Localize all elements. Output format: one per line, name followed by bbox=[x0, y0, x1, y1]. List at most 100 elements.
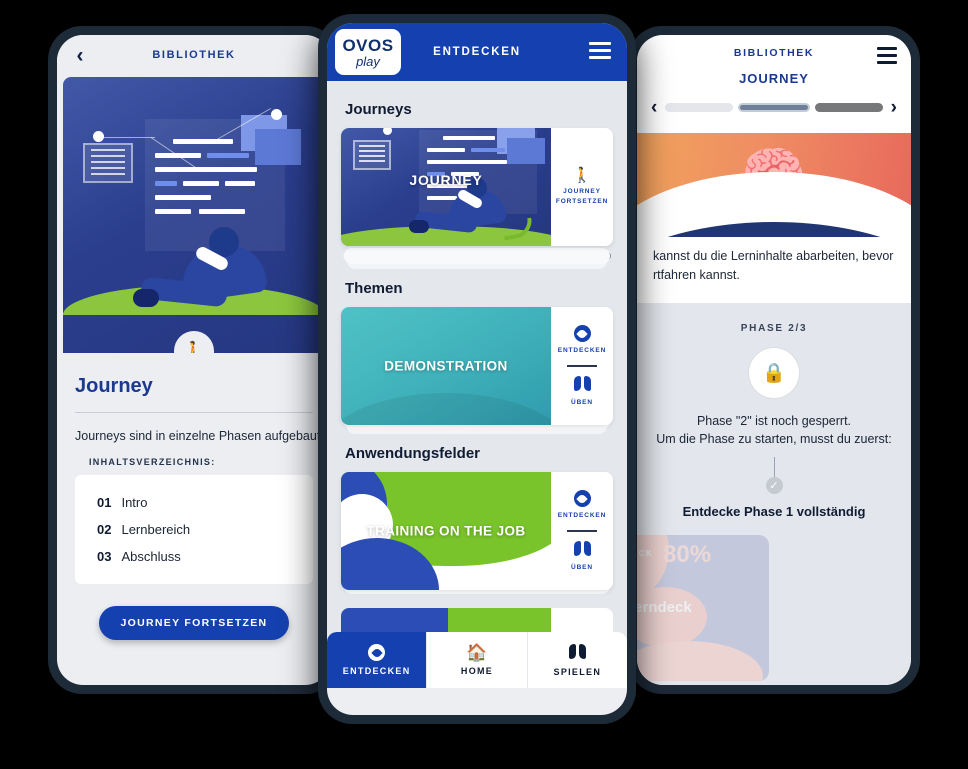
ueben-action-label[interactable]: ÜBEN bbox=[571, 399, 593, 407]
training-card-label: TRAINING ON THE JOB bbox=[366, 523, 526, 539]
art-doc-small-icon bbox=[353, 140, 391, 170]
phone-left: ‹ BIBLIOTHEK 🚶 Journey Journeys sind in … bbox=[48, 26, 340, 694]
art-bar-8 bbox=[427, 196, 457, 200]
entdecken-action-label[interactable]: ENTDECKEN bbox=[558, 512, 607, 520]
journey-card[interactable]: JOURNEY 🚶 JOURNEY FORTSETZEN bbox=[341, 128, 613, 246]
toc-number: 03 bbox=[97, 549, 112, 565]
next-card-peek[interactable] bbox=[341, 608, 613, 632]
brain-icon[interactable] bbox=[573, 375, 591, 394]
hero-doc-right-front bbox=[255, 129, 301, 165]
bottom-navigation: ENTDECKEN 🏠 HOME SPIELEN bbox=[327, 632, 627, 688]
left-header: ‹ BIBLIOTHEK bbox=[57, 35, 331, 75]
compass-icon[interactable] bbox=[573, 325, 591, 343]
journey-card-label: JOURNEY bbox=[409, 172, 483, 188]
center-scroll-area[interactable]: Journeys JOURNEY 🚶 JOURNEY FORTSETZEN Th… bbox=[327, 81, 627, 688]
action-divider bbox=[567, 364, 597, 367]
toc-label-text: Intro bbox=[121, 495, 148, 511]
hero-wave-white bbox=[637, 171, 911, 210]
phone-center: OVOS play ENTDECKEN Journeys JOURNEY 🚶 J… bbox=[318, 14, 636, 724]
hamburger-menu-icon[interactable] bbox=[877, 47, 897, 68]
toc-label-text: Abschluss bbox=[121, 549, 181, 565]
art-node-dot bbox=[383, 128, 392, 135]
phase-locked-text: Phase "2" ist noch gesperrt. Um die Phas… bbox=[651, 412, 897, 450]
action-divider bbox=[567, 529, 597, 532]
phase-required-task: Entdecke Phase 1 vollständig bbox=[682, 504, 866, 519]
deck-percent: 80% bbox=[663, 541, 712, 568]
deck-kicker: DECK bbox=[637, 549, 653, 558]
hero-text-bar-3 bbox=[207, 153, 249, 158]
journey-card-art: JOURNEY bbox=[341, 128, 551, 246]
description-block: kannst du die Lerninhalte abarbeiten, be… bbox=[637, 237, 911, 303]
nav-item-entdecken[interactable]: ENTDECKEN bbox=[327, 632, 428, 688]
hero-text-bar-1 bbox=[173, 139, 233, 144]
nav-label-entdecken: ENTDECKEN bbox=[342, 666, 411, 676]
hero-node-dot-right bbox=[271, 109, 282, 120]
demonstration-card[interactable]: DEMONSTRATION ENTDECKEN ÜBEN bbox=[341, 307, 613, 425]
phase-lock-area: PHASE 2/3 🔒 Phase "2" ist noch gesperrt.… bbox=[637, 302, 911, 685]
page-title: Journey bbox=[75, 375, 153, 397]
section-title-journeys: Journeys bbox=[345, 101, 412, 118]
right-header: BIBLIOTHEK JOURNEY ‹ › bbox=[637, 35, 911, 133]
demonstration-card-actions: ENTDECKEN ÜBEN bbox=[551, 307, 613, 425]
deck-card[interactable]: DECK 80% Lerndeck bbox=[637, 535, 769, 681]
hero-text-bar-7 bbox=[225, 181, 255, 186]
phase-locked-line-1: Phase "2" ist noch gesperrt. bbox=[696, 413, 852, 428]
cta-row: JOURNEY FORTSETZEN bbox=[75, 606, 313, 641]
phase-segment-1[interactable] bbox=[665, 103, 734, 112]
hero-text-bar-5 bbox=[155, 181, 177, 186]
demonstration-card-label: DEMONSTRATION bbox=[384, 358, 508, 374]
journey-card-action[interactable]: 🚶 JOURNEY FORTSETZEN bbox=[551, 128, 613, 246]
training-on-the-job-card[interactable]: TRAINING ON THE JOB ENTDECKEN ÜBEN bbox=[341, 472, 613, 590]
toc-number: 01 bbox=[97, 495, 112, 511]
entdecken-action-label[interactable]: ENTDECKEN bbox=[558, 347, 607, 355]
list-item[interactable]: 01 Intro bbox=[75, 489, 313, 516]
phase-segment-3[interactable] bbox=[814, 103, 883, 112]
breadcrumb: BIBLIOTHEK bbox=[733, 47, 815, 59]
journey-continue-button[interactable]: JOURNEY FORTSETZEN bbox=[98, 606, 290, 641]
compass-icon[interactable] bbox=[573, 490, 591, 508]
chevron-left-icon[interactable]: ‹ bbox=[651, 98, 657, 117]
deck-card-row: DECK 80% Lerndeck bbox=[637, 535, 897, 685]
training-card-actions: ENTDECKEN ÜBEN bbox=[551, 472, 613, 590]
hero-text-bar-9 bbox=[155, 209, 191, 214]
toc-label-text: Lernbereich bbox=[121, 522, 191, 538]
home-icon: 🏠 bbox=[466, 643, 488, 662]
journey-action-label-line1: JOURNEY bbox=[563, 187, 601, 195]
phone-center-screen: OVOS play ENTDECKEN Journeys JOURNEY 🚶 J… bbox=[327, 23, 627, 715]
nav-item-spielen[interactable]: SPIELEN bbox=[528, 632, 627, 688]
deck-name: Lerndeck bbox=[637, 599, 692, 616]
phase-segment-2[interactable] bbox=[738, 103, 810, 112]
brain-icon[interactable] bbox=[573, 540, 591, 559]
hamburger-menu-icon[interactable] bbox=[589, 41, 611, 63]
anwendungsfelder-card-wrapper: TRAINING ON THE JOB ENTDECKEN ÜBEN bbox=[341, 472, 613, 594]
left-content: Journey Journeys sind in einzelne Phasen… bbox=[57, 353, 331, 641]
nav-label-spielen: SPIELEN bbox=[553, 666, 602, 677]
list-item[interactable]: 02 Lernbereich bbox=[75, 516, 313, 543]
hero-text-bar-4 bbox=[155, 167, 257, 172]
phone-right-screen: BIBLIOTHEK JOURNEY ‹ › 🧠 LERNBEREICH bbox=[637, 35, 911, 685]
art-wave bbox=[341, 393, 551, 425]
art-bar-2 bbox=[427, 148, 465, 152]
task-connector-line bbox=[773, 457, 775, 477]
phase-slider-track[interactable] bbox=[665, 103, 883, 112]
art-bar-1 bbox=[443, 136, 495, 140]
chevron-right-icon[interactable]: › bbox=[891, 98, 897, 117]
divider bbox=[75, 412, 313, 413]
toc-number: 02 bbox=[97, 522, 112, 538]
list-item[interactable]: 03 Abschluss bbox=[75, 543, 313, 570]
next-card-peek-art bbox=[341, 608, 613, 632]
toc-label: INHALTSVERZEICHNIS: bbox=[89, 457, 216, 468]
intro-paragraph: Journeys sind in einzelne Phasen aufgeba… bbox=[75, 429, 321, 443]
phase-slider: ‹ › bbox=[637, 86, 911, 127]
hiker-icon: 🚶 bbox=[572, 166, 592, 184]
left-hero-illustration: 🚶 bbox=[63, 77, 325, 353]
left-header-title: BIBLIOTHEK bbox=[152, 49, 236, 61]
nav-item-home[interactable]: 🏠 HOME bbox=[427, 632, 528, 688]
toc-list: 01 Intro 02 Lernbereich 03 Abschluss bbox=[75, 475, 313, 585]
phone-left-screen: ‹ BIBLIOTHEK 🚶 Journey Journeys sind in … bbox=[57, 35, 331, 685]
hero-text-bar-10 bbox=[199, 209, 245, 214]
peek-green bbox=[447, 608, 551, 632]
journey-action-label-line2: FORTSETZEN bbox=[555, 198, 609, 205]
ueben-action-label[interactable]: ÜBEN bbox=[571, 564, 593, 572]
hero-text-bar-2 bbox=[155, 153, 201, 158]
